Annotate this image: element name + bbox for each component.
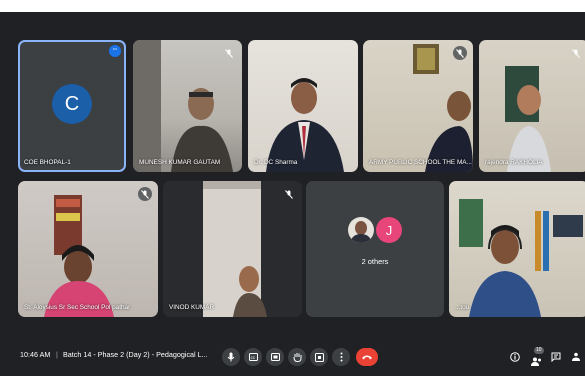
svg-text:cc: cc [250, 355, 255, 360]
mic-off-icon [569, 46, 583, 60]
participant-tile-vinod[interactable]: VINOD KUMAR [163, 181, 302, 317]
participant-video [459, 199, 583, 317]
closed-caption-icon: cc [248, 353, 258, 361]
participant-name: VINOD KUMAR [169, 304, 215, 311]
more-options-glyph: ••• [112, 46, 118, 51]
participant-video [133, 40, 233, 172]
more-options-button[interactable]: ••• [109, 45, 121, 57]
participant-name: rajendra RAKHOLIA [485, 159, 543, 166]
people-icon [530, 357, 541, 366]
activities-button[interactable] [310, 348, 328, 366]
participant-video [413, 44, 473, 172]
host-controls-icon [572, 352, 580, 361]
present-screen-button[interactable] [266, 348, 284, 366]
participant-video [266, 78, 344, 172]
raise-hand-button[interactable] [288, 348, 306, 366]
participants-count-badge: 10 [534, 347, 544, 354]
participant-tile-munesh[interactable]: MUNESH KUMAR GAUTAM [133, 40, 242, 172]
participant-name: ARMY PUBLIC SCHOOL THE MA... [369, 159, 472, 166]
video-grid: C ••• COE BHOPAL-1 MUNESH KUMAR GAUTAM D… [0, 12, 585, 376]
microphone-icon [227, 352, 235, 362]
mic-off-icon [222, 46, 236, 60]
more-options-button[interactable] [332, 348, 350, 366]
more-options-icon [340, 352, 342, 362]
meeting-details-button[interactable] [508, 347, 522, 367]
end-call-button[interactable] [356, 348, 378, 366]
present-screen-icon [270, 353, 280, 361]
participant-tile-tou[interactable]: ...tou [449, 181, 585, 317]
participant-tile-army-public-school[interactable]: ARMY PUBLIC SCHOOL THE MA... [363, 40, 473, 172]
host-controls-button[interactable] [569, 347, 583, 367]
participant-name: Dr. DC Sharma [254, 159, 298, 166]
meeting-time: 10:46 AM [20, 350, 51, 359]
avatar-initial: C [64, 92, 80, 115]
chat-button[interactable] [549, 347, 563, 367]
people-button[interactable]: 10 [529, 347, 544, 367]
participant-video [203, 181, 267, 317]
participant-tile-dc-sharma[interactable]: Dr. DC Sharma [248, 40, 358, 172]
participant-tile-others[interactable]: J 2 others [306, 181, 444, 317]
info-icon [510, 352, 520, 362]
mic-off-icon [138, 187, 152, 201]
end-call-icon [362, 355, 372, 360]
others-avatar-photo [348, 217, 374, 243]
participant-name: ...tou [455, 304, 470, 311]
raise-hand-icon [293, 353, 301, 362]
others-avatar-initial: J [376, 217, 402, 243]
bottom-control-bar: 10:46 AM | Batch 14 - Phase 2 (Day 2) - … [0, 333, 585, 376]
participant-avatar: C [52, 84, 92, 124]
participant-name: MUNESH KUMAR GAUTAM [139, 159, 221, 166]
participant-video [44, 195, 114, 317]
participant-name: COE BHOPAL-1 [24, 159, 71, 166]
mic-off-icon [282, 187, 296, 201]
bar-separator: | [56, 350, 58, 359]
participant-video [505, 66, 551, 172]
meeting-title: Batch 14 - Phase 2 (Day 2) - Pedagogical… [63, 350, 208, 359]
captions-button[interactable]: cc [244, 348, 262, 366]
participant-name: St. Aloysius Sr Sec School Pol pathar [24, 304, 131, 311]
chat-icon [551, 352, 561, 362]
participant-tile-rajendra[interactable]: rajendra RAKHOLIA [479, 40, 585, 172]
others-label: 2 others [361, 257, 389, 266]
activities-icon [314, 352, 324, 362]
avatar-initial: J [385, 222, 393, 238]
participant-tile-coe-bhopal[interactable]: C ••• COE BHOPAL-1 [18, 40, 126, 172]
microphone-button[interactable] [222, 348, 240, 366]
participant-tile-st-aloysius[interactable]: St. Aloysius Sr Sec School Pol pathar [18, 181, 158, 317]
mic-off-icon [453, 46, 467, 60]
